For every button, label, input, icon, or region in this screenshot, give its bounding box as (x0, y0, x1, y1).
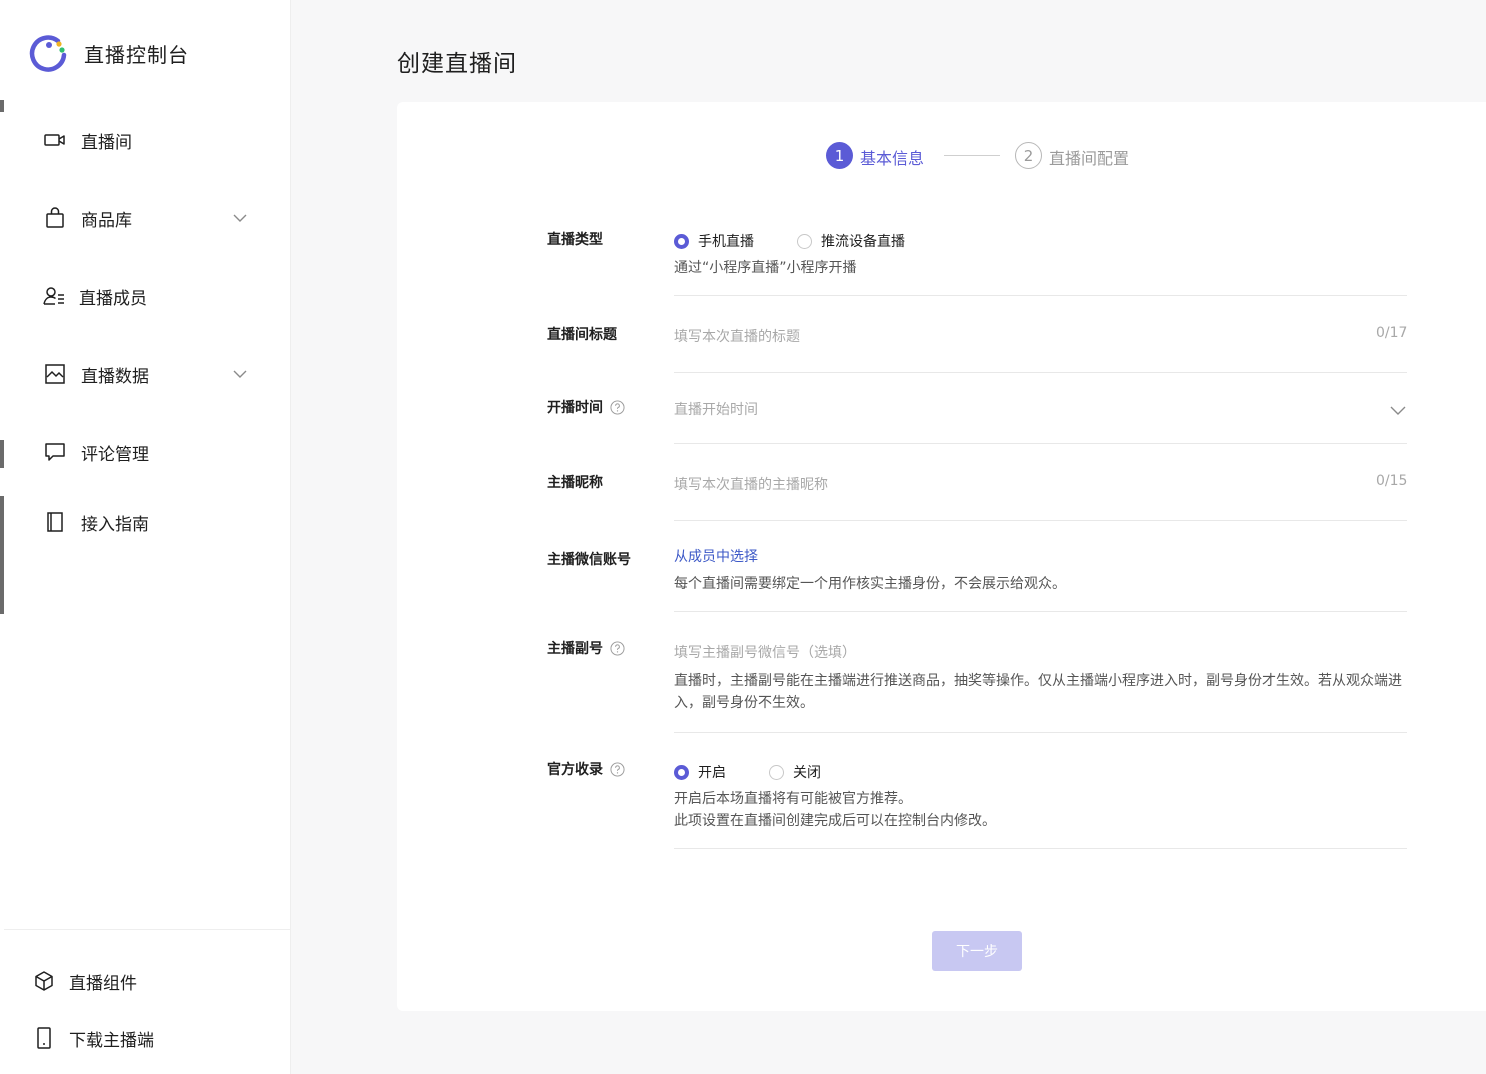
radio-selected-icon (674, 764, 689, 780)
book-icon (43, 510, 67, 534)
window-edge (0, 100, 4, 112)
radio-label: 关闭 (793, 765, 821, 781)
start-time-label-text: 开播时间 (547, 400, 603, 416)
page-title: 创建直播间 (397, 51, 517, 77)
assistant-hint: 直播时，主播副号能在主播端进行推送商品，抽奖等操作。仅从主播端小程序进入时，副号… (674, 673, 1402, 711)
sidebar-item-label: 接入指南 (81, 514, 149, 535)
room-title-input[interactable]: 填写本次直播的标题 (674, 326, 800, 346)
mobile-phone-icon (32, 1026, 56, 1050)
select-from-members-link[interactable]: 从成员中选择 (674, 546, 758, 566)
official-label-text: 官方收录 (547, 762, 603, 778)
step-2-label: 直播间配置 (1049, 149, 1130, 168)
start-time-label: 开播时间 (547, 397, 625, 417)
logo-icon (29, 35, 67, 72)
sidebar-item-integration-guide[interactable]: 接入指南 (0, 498, 291, 546)
field-divider (674, 520, 1407, 521)
sidebar-item-label: 直播数据 (81, 366, 149, 387)
chevron-down-icon (233, 214, 247, 222)
sidebar-item-live-room[interactable]: 直播间 (0, 116, 291, 164)
question-circle-icon[interactable] (610, 640, 625, 656)
assistant-label: 主播副号 (547, 638, 625, 658)
shopping-bag-icon (43, 206, 67, 230)
sidebar-item-label: 直播成员 (79, 288, 147, 309)
sidebar-item-comment-management[interactable]: 评论管理 (0, 428, 291, 476)
chevron-down-icon[interactable] (1390, 403, 1406, 417)
official-label: 官方收录 (547, 759, 625, 779)
live-type-push-device-radio[interactable]: 推流设备直播 (797, 231, 905, 251)
sidebar-item-label: 直播组件 (69, 973, 137, 994)
sidebar-item-live-data[interactable]: 直播数据 (0, 350, 291, 398)
field-divider (674, 611, 1407, 612)
sidebar-item-live-members[interactable]: 直播成员 (0, 272, 291, 320)
live-type-hint: 通过“小程序直播”小程序开播 (674, 260, 857, 276)
anchor-nickname-label: 主播昵称 (547, 472, 603, 492)
assistant-input[interactable]: 填写主播副号微信号（选填） (674, 642, 856, 662)
question-circle-icon[interactable] (610, 399, 625, 415)
step-1-label: 基本信息 (860, 149, 925, 168)
cube-icon (32, 969, 56, 993)
sidebar-item-download-app[interactable]: 下载主播端 (0, 1014, 291, 1062)
anchor-wechat-hint: 每个直播间需要绑定一个用作核实主播身份，不会展示给观众。 (674, 576, 1066, 592)
radio-label: 推流设备直播 (821, 234, 905, 250)
anchor-nickname-counter: 0/15 (1376, 473, 1408, 489)
room-title-label-text: 直播间标题 (547, 327, 617, 343)
field-divider (674, 443, 1407, 444)
official-hint-1: 开启后本场直播将有可能被官方推荐。 (674, 791, 912, 807)
radio-unselected-icon (769, 764, 784, 780)
sidebar-item-label: 商品库 (81, 210, 132, 231)
step-1-indicator: 1 (826, 142, 853, 169)
room-title-counter: 0/17 (1376, 325, 1408, 341)
radio-label: 开启 (698, 765, 726, 781)
anchor-wechat-label-text: 主播微信账号 (547, 552, 631, 568)
sidebar-item-live-components[interactable]: 直播组件 (0, 957, 291, 1005)
field-divider (674, 295, 1407, 296)
step-2-indicator: 2 (1015, 142, 1042, 169)
sidebar-item-product-library[interactable]: 商品库 (0, 194, 291, 242)
live-type-label: 直播类型 (547, 229, 603, 249)
field-divider (674, 372, 1407, 373)
radio-selected-icon (674, 233, 689, 249)
chevron-down-icon (233, 370, 247, 378)
sidebar-item-label: 评论管理 (81, 444, 149, 465)
comment-icon (43, 440, 67, 464)
video-camera-icon (43, 128, 67, 152)
official-on-radio[interactable]: 开启 (674, 762, 726, 782)
official-hint-2: 此项设置在直播间创建完成后可以在控制台内修改。 (674, 813, 996, 829)
start-time-select[interactable]: 直播开始时间 (674, 399, 758, 419)
app-title: 直播控制台 (84, 42, 189, 67)
room-title-label: 直播间标题 (547, 324, 617, 344)
step-connector (944, 155, 1000, 156)
user-list-icon (42, 284, 66, 308)
sidebar-item-label: 直播间 (81, 132, 132, 153)
field-divider (674, 732, 1407, 733)
sidebar-divider (4, 929, 291, 930)
anchor-nickname-input[interactable]: 填写本次直播的主播昵称 (674, 474, 828, 494)
brand: 直播控制台 (28, 33, 189, 73)
live-type-label-text: 直播类型 (547, 232, 603, 248)
sidebar-item-label: 下载主播端 (69, 1030, 154, 1051)
next-step-button[interactable]: 下一步 (932, 931, 1022, 971)
radio-label: 手机直播 (698, 234, 754, 250)
live-type-phone-radio[interactable]: 手机直播 (674, 231, 754, 251)
field-divider (674, 848, 1407, 849)
assistant-label-text: 主播副号 (547, 641, 603, 657)
anchor-nickname-label-text: 主播昵称 (547, 475, 603, 491)
chart-image-icon (43, 362, 67, 386)
sidebar: 直播控制台 直播间 商品库 直播成员 直播数据 评论管理 接入指南 直播组件 下… (0, 0, 291, 1074)
radio-unselected-icon (797, 233, 812, 249)
question-circle-icon[interactable] (610, 761, 625, 777)
anchor-wechat-label: 主播微信账号 (547, 549, 631, 569)
official-off-radio[interactable]: 关闭 (769, 762, 821, 782)
